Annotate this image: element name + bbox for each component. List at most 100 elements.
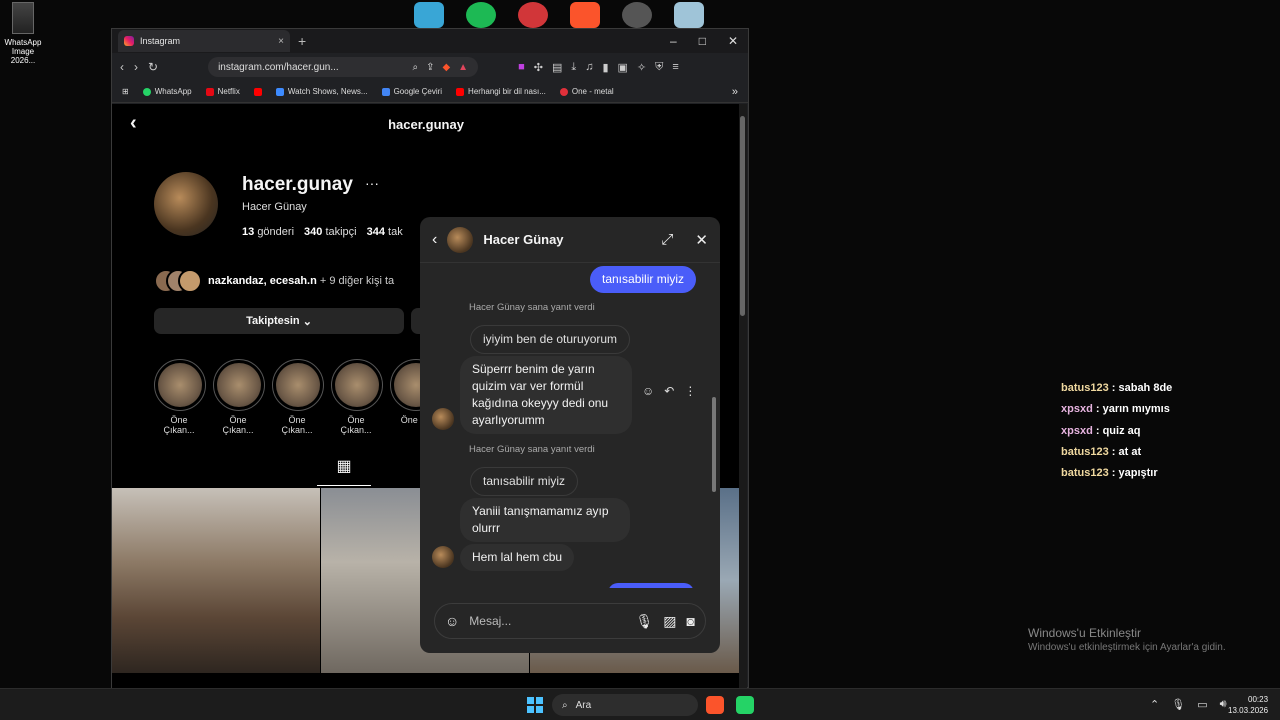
bookmark-netflix[interactable]: Netflix	[205, 87, 240, 96]
followed-by-rest: + 9 diğer kişi ta	[319, 275, 395, 287]
tab-close-icon[interactable]: ×	[278, 36, 284, 47]
reader-icon[interactable]: ▤	[552, 61, 562, 74]
taskbar-search[interactable]: ⌕ Ara	[552, 694, 698, 716]
highlight-cover	[331, 359, 383, 411]
highlight-cover	[272, 359, 324, 411]
forward-icon[interactable]: ›	[134, 60, 138, 74]
microphone-icon[interactable]: 🎙︎	[636, 613, 654, 630]
followers-stat[interactable]: 340 takipçi	[304, 226, 357, 238]
desktop-file-icon[interactable]: WhatsApp Image 2026...	[2, 2, 44, 65]
wallet-icon[interactable]: ▣	[618, 61, 628, 74]
bookmark-one-metal[interactable]: One - metal	[559, 87, 614, 96]
bookmark-whatsapp[interactable]: WhatsApp	[142, 87, 192, 96]
avatar[interactable]	[447, 226, 474, 253]
windows-start-icon[interactable]	[527, 697, 543, 713]
back-icon[interactable]: ‹	[120, 60, 124, 74]
address-bar[interactable]: instagram.com/hacer.gun... ⌕ ⇪ ◆ ▲	[208, 57, 479, 77]
whatsapp-taskbar-icon[interactable]	[736, 696, 754, 714]
more-options-icon[interactable]: ···	[365, 175, 379, 191]
post-thumbnail[interactable]	[112, 488, 320, 673]
chevron-left-icon[interactable]: ‹	[432, 231, 437, 249]
highlight-item[interactable]: Öne Çıkan...	[213, 359, 265, 435]
minimize-button[interactable]: –	[670, 34, 677, 48]
highlight-label: Öne Çıkan...	[222, 415, 254, 435]
stream-chat-line: xpsxd : yarın mıymıs	[1061, 403, 1170, 416]
maximize-button[interactable]: □	[699, 34, 706, 48]
profile-header: ‹ hacer.gunay	[112, 104, 740, 144]
chat-contact-name[interactable]: Hacer Günay	[483, 232, 639, 247]
taskbar-clock[interactable]: 00:23 13.03.2026	[1228, 694, 1268, 716]
emoji-react-icon[interactable]: ☺	[642, 384, 654, 398]
reply-icon[interactable]: ↶	[664, 384, 674, 398]
tab-title: Instagram	[140, 36, 181, 46]
leo-icon[interactable]: ✧	[637, 61, 646, 74]
new-tab-button[interactable]: +	[298, 33, 306, 49]
bookmark-youtube[interactable]	[253, 87, 262, 96]
followed-by[interactable]: nazkandaz, ecesah.n + 9 diğer kişi ta	[154, 269, 394, 293]
vpn-icon[interactable]: ⛨	[655, 61, 663, 74]
incoming-message: Süperrr benim de yarın quizim var ver fo…	[460, 356, 632, 434]
watermark-title: Windows'u Etkinleştir	[1028, 626, 1141, 640]
avatar	[432, 408, 454, 430]
posts-grid-tab[interactable]: ▦	[317, 456, 371, 486]
brave-shield-icon[interactable]: ◆	[442, 62, 450, 73]
brave-icon[interactable]	[570, 2, 600, 28]
tab-instagram[interactable]: Instagram ×	[118, 30, 290, 52]
profile-stats: 13 gönderi 340 takipçi 344 tak	[242, 226, 403, 238]
volume-icon[interactable]: 🔊︎	[1220, 698, 1227, 711]
page-scrollbar[interactable]	[739, 104, 747, 689]
following-button[interactable]: Takiptesin ⌄	[154, 308, 404, 334]
bookmark-youtube-lang[interactable]: Herhangi bir dil nası...	[456, 87, 546, 96]
music-icon[interactable]: ♫	[585, 61, 593, 74]
system-tray: ⌃ 🎙︎ ▭ 🔊︎	[1150, 698, 1227, 711]
network-icon[interactable]: ▭	[1197, 698, 1207, 711]
sidebar-icon[interactable]: ▮	[602, 61, 608, 74]
bookmarks-overflow-button[interactable]: »	[732, 86, 738, 98]
reload-icon[interactable]: ↻	[148, 60, 158, 74]
download-icon[interactable]: ⤓	[571, 61, 576, 74]
quoted-message: tanısabilir miyiz	[470, 467, 579, 496]
recycle-bin-icon[interactable]	[674, 2, 704, 28]
highlight-item[interactable]: Öne Çıkan...	[272, 359, 324, 435]
sticker-icon[interactable]: ◙	[687, 613, 695, 629]
monitor-app-icon[interactable]	[414, 2, 444, 28]
emoji-icon[interactable]: ☺	[445, 613, 459, 629]
microphone-icon[interactable]: 🎙︎	[1171, 698, 1185, 711]
highlight-item[interactable]: Öne Çıkan...	[331, 359, 383, 435]
bookmark-google-translate[interactable]: Google Çeviri	[381, 87, 442, 96]
following-stat[interactable]: 344 tak	[367, 226, 403, 238]
message-composer[interactable]: ☺ Mesaj... 🎙︎ ▨ ◙	[434, 603, 706, 639]
riot-client-icon[interactable]	[518, 2, 548, 28]
clock-time: 00:23	[1248, 695, 1269, 704]
navigation-bar: ‹ › ↻ instagram.com/hacer.gun... ⌕ ⇪ ◆ ▲…	[112, 53, 748, 81]
expand-icon[interactable]: ⤢	[661, 231, 673, 248]
zoom-icon[interactable]: ⌕	[412, 62, 418, 73]
apps-grid-icon[interactable]: ⊞	[122, 87, 129, 96]
chat-scrollbar[interactable]	[711, 267, 717, 587]
puzzle-icon[interactable]: ✣	[534, 61, 543, 74]
image-icon[interactable]: ▨	[663, 613, 676, 630]
brave-taskbar-icon[interactable]	[706, 696, 724, 714]
bookmark-watch-shows[interactable]: Watch Shows, News...	[275, 87, 368, 96]
brave-rewards-icon[interactable]: ▲	[458, 62, 468, 73]
image-thumbnail-icon	[12, 2, 34, 34]
avatar	[178, 269, 202, 293]
share-icon[interactable]: ⇪	[426, 62, 434, 73]
chat-scrollbar-thumb[interactable]	[712, 397, 716, 492]
close-window-button[interactable]: ✕	[728, 34, 738, 48]
extension-icon[interactable]: ■	[518, 61, 525, 74]
pubg-icon[interactable]	[622, 2, 652, 28]
highlight-item[interactable]: Öne Çıkan...	[154, 359, 206, 435]
desktop: WhatsApp Image 2026... Instagram × + – □…	[0, 0, 1280, 689]
bottom-navigation	[112, 673, 740, 689]
more-icon[interactable]: ⋮	[684, 384, 696, 398]
menu-icon[interactable]: ≡	[672, 61, 678, 74]
chevron-up-icon[interactable]: ⌃	[1150, 698, 1159, 711]
close-icon[interactable]: ✕	[695, 231, 708, 249]
back-arrow-icon[interactable]: ‹	[130, 112, 137, 135]
bookmark-label: Watch Shows, News...	[287, 87, 368, 96]
scrollbar-thumb[interactable]	[740, 116, 745, 316]
message-input[interactable]: Mesaj...	[469, 614, 625, 628]
spotify-icon[interactable]	[466, 2, 496, 28]
profile-avatar[interactable]	[154, 172, 218, 236]
